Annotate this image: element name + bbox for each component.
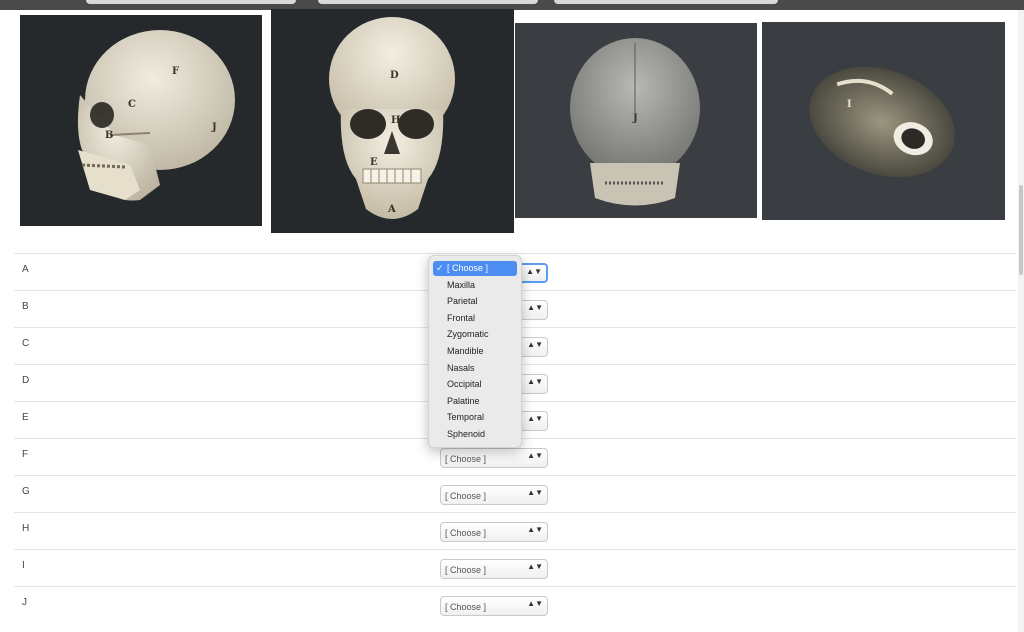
dropdown-option[interactable]: Parietal — [433, 294, 517, 309]
dropdown-option[interactable]: ✓[ Choose ] — [433, 261, 517, 276]
select-arrow-icon: ▲▼ — [527, 340, 543, 349]
bone-select[interactable]: [ Choose ] ▲▼ — [440, 522, 548, 542]
label-I: I — [847, 99, 852, 110]
tab-sliver[interactable] — [318, 0, 538, 4]
dropdown-option[interactable]: Occipital — [433, 377, 517, 392]
scrollbar-thumb[interactable] — [1019, 185, 1023, 275]
dropdown-option[interactable]: Temporal — [433, 410, 517, 425]
row-letter: E — [22, 412, 29, 423]
select-arrow-icon: ▲▼ — [527, 414, 543, 423]
select-arrow-icon: ▲▼ — [527, 377, 543, 386]
select-value: [ Choose ] — [445, 565, 487, 575]
dropdown-option[interactable]: Sphenoid — [433, 427, 517, 442]
bone-select[interactable]: [ Choose ] ▲▼ — [440, 559, 548, 579]
dropdown-option[interactable]: Nasals — [433, 361, 517, 376]
row-letter: G — [22, 486, 30, 497]
label-H: H — [391, 115, 400, 126]
select-value: [ Choose ] — [445, 491, 487, 501]
label-E: E — [370, 157, 378, 168]
select-arrow-icon: ▲▼ — [527, 488, 543, 497]
select-value: [ Choose ] — [445, 454, 487, 464]
select-value: [ Choose ] — [445, 602, 487, 612]
select-arrow-icon: ▲▼ — [527, 562, 543, 571]
dropdown-option[interactable]: Maxilla — [433, 278, 517, 293]
label-A: A — [387, 204, 396, 215]
option-label: Temporal — [447, 412, 485, 423]
answer-row-j: J [ Choose ] ▲▼ — [14, 586, 1016, 624]
skull-posterior-image: J — [515, 23, 757, 218]
dropdown-option[interactable]: Mandible — [433, 344, 517, 359]
dropdown-option[interactable]: Palatine — [433, 394, 517, 409]
label-B: B — [105, 130, 113, 141]
option-label: Palatine — [447, 395, 480, 406]
option-label: Parietal — [447, 296, 478, 307]
bone-select[interactable]: [ Choose ] ▲▼ — [440, 448, 548, 468]
option-label: Sphenoid — [447, 429, 486, 439]
label-J: J — [211, 122, 217, 133]
tab-sliver[interactable] — [554, 0, 778, 4]
dropdown-option[interactable]: Frontal — [433, 311, 517, 326]
vertical-scrollbar[interactable] — [1018, 10, 1024, 632]
select-arrow-icon: ▲▼ — [527, 303, 543, 312]
tab-sliver[interactable] — [86, 0, 296, 4]
bone-select[interactable]: [ Choose ] ▲▼ — [440, 485, 548, 505]
bone-select[interactable]: [ Choose ] ▲▼ — [440, 596, 548, 616]
check-icon: ✓ — [436, 263, 444, 273]
option-label: Mandible — [447, 346, 484, 356]
skull-lateral-image: F C G B J — [20, 15, 262, 226]
row-letter: C — [22, 338, 30, 349]
select-arrow-icon: ▲▼ — [527, 451, 543, 460]
label-G: G — [97, 108, 106, 119]
row-letter: H — [22, 523, 30, 534]
select-value: [ Choose ] — [445, 528, 487, 538]
answer-row-g: G [ Choose ] ▲▼ — [14, 475, 1016, 513]
answer-row-i: I [ Choose ] ▲▼ — [14, 549, 1016, 587]
dropdown-option[interactable]: Zygomatic — [433, 327, 517, 342]
row-letter: A — [22, 264, 29, 275]
option-label: Occipital — [447, 379, 482, 390]
row-letter: F — [22, 449, 29, 460]
skull-inferior-image: I — [762, 22, 1005, 220]
bone-options-dropdown[interactable]: ✓[ Choose ] Maxilla Parietal Frontal Zygomat… — [428, 255, 522, 448]
row-letter: B — [22, 301, 29, 312]
label-C: C — [128, 99, 136, 110]
answer-row-h: H [ Choose ] ▲▼ — [14, 512, 1016, 550]
skull-anterior-image: D H E A — [271, 9, 514, 233]
label-F: F — [172, 66, 179, 77]
option-label: Maxilla — [447, 279, 476, 290]
label-D: D — [390, 70, 399, 81]
option-label: Frontal — [447, 312, 476, 323]
label-J: J — [632, 113, 638, 124]
select-arrow-icon: ▲▼ — [527, 599, 543, 608]
row-letter: D — [22, 375, 30, 386]
select-arrow-icon: ▲▼ — [526, 267, 542, 276]
row-letter: I — [22, 560, 25, 571]
option-label: Nasals — [447, 362, 475, 373]
option-label: [ Choose ] — [447, 263, 489, 273]
select-arrow-icon: ▲▼ — [527, 525, 543, 534]
row-letter: J — [22, 597, 27, 608]
option-label: Zygomatic — [447, 329, 489, 340]
